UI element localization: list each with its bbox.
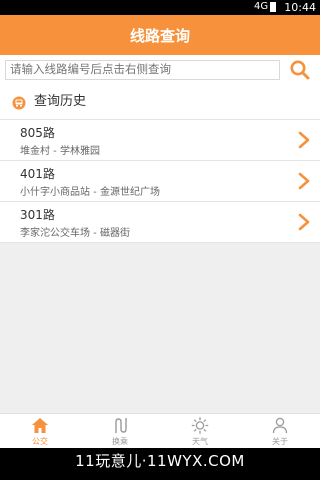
chevron-right-icon (298, 213, 310, 231)
person-icon (272, 417, 288, 434)
chevron-right-icon (298, 172, 310, 190)
history-header: 查询历史 (0, 85, 320, 120)
search-icon[interactable] (288, 59, 312, 81)
route-stops: 李家沱公交车场 - 磁器街 (20, 228, 130, 239)
route-stops: 堆金村 - 学林雅园 (20, 146, 100, 157)
nav-label: 公交 (32, 437, 48, 446)
route-stops: 小什字小商品站 - 金源世纪广场 (20, 187, 160, 198)
status-bar: 4G 10:44 (0, 0, 320, 15)
watermark: 11玩意儿·11WYX.COM (0, 448, 320, 480)
history-list: 805路 堆金村 - 学林雅园 401路 小什字小商品站 - 金源世纪广场 30… (0, 120, 320, 243)
home-icon (32, 418, 48, 433)
history-item[interactable]: 301路 李家沱公交车场 - 磁器街 (0, 202, 320, 243)
route-search-input[interactable] (5, 60, 280, 80)
sun-icon (191, 417, 209, 434)
signal-indicator: 4G (254, 1, 269, 12)
nav-transfer[interactable]: 换乘 (80, 414, 160, 448)
nav-weather[interactable]: 天气 (160, 414, 240, 448)
nav-label: 关于 (272, 437, 288, 446)
nav-label: 换乘 (112, 437, 128, 446)
transfer-icon (115, 418, 127, 433)
history-item[interactable]: 401路 小什字小商品站 - 金源世纪广场 (0, 161, 320, 202)
status-time: 10:44 (284, 1, 316, 14)
bottom-nav: 公交 换乘 天气 关于 (0, 413, 320, 448)
route-name: 805路 (20, 126, 55, 140)
page-title: 线路查询 (129, 26, 190, 45)
nav-bus[interactable]: 公交 (0, 414, 80, 448)
chevron-right-icon (298, 131, 310, 149)
search-bar (0, 55, 320, 85)
history-item[interactable]: 805路 堆金村 - 学林雅园 (0, 120, 320, 161)
bus-icon (12, 96, 26, 110)
nav-label: 天气 (192, 437, 208, 446)
route-name: 301路 (20, 208, 55, 222)
history-title: 查询历史 (34, 94, 87, 109)
app-header: 线路查询 (0, 15, 320, 55)
battery-icon (270, 2, 276, 12)
route-name: 401路 (20, 167, 55, 181)
main-content: 查询历史 805路 堆金村 - 学林雅园 401路 小什字小商品站 - 金源世纪… (0, 85, 320, 413)
nav-about[interactable]: 关于 (240, 414, 320, 448)
